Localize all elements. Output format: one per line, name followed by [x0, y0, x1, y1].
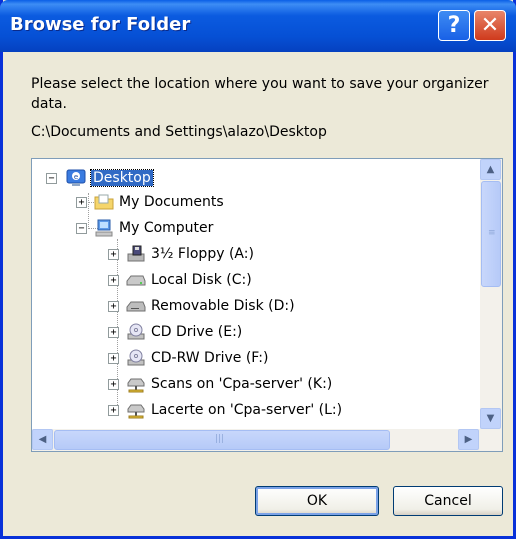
expand-toggle[interactable]: + [108, 404, 119, 416]
tree-item-label: Removable Disk (D:) [151, 298, 295, 314]
horizontal-scroll-thumb[interactable]: ||| [54, 430, 390, 450]
tree-item-label: Lacerte on 'Cpa-server' (L:) [151, 402, 343, 418]
close-button[interactable]: ✕ [474, 10, 506, 41]
tree-item-label: 3½ Floppy (A:) [151, 246, 254, 262]
title-bar[interactable]: Browse for Folder ? ✕ [0, 0, 516, 52]
tree-item-label: CD Drive (E:) [151, 324, 243, 340]
tree-item-floppy[interactable]: + 3½ Floppy (A:) [108, 243, 254, 265]
expand-toggle[interactable]: + [108, 248, 119, 260]
cd-drive-icon [125, 322, 147, 342]
help-button[interactable]: ? [438, 10, 470, 41]
tree-item-lacerte-network-drive[interactable]: + Lacerte on 'Cpa-server' (L:) [108, 399, 342, 421]
floppy-drive-icon [125, 244, 147, 264]
svg-text:e: e [74, 173, 78, 181]
cancel-button[interactable]: Cancel [393, 486, 503, 516]
tree-item-my-computer[interactable]: − My Computer [76, 217, 213, 239]
expand-toggle[interactable]: + [108, 326, 119, 338]
instruction-text: Please select the location where you wan… [31, 76, 489, 112]
expand-toggle[interactable]: + [76, 196, 87, 208]
tree-item-local-disk[interactable]: + Local Disk (C:) [108, 269, 252, 291]
expand-toggle[interactable]: + [108, 352, 119, 364]
grip-icon: ||| [215, 434, 225, 444]
tree-item-removable-disk[interactable]: + Removable Disk (D:) [108, 295, 295, 317]
tree-item-desktop[interactable]: − e Desktop [46, 167, 154, 189]
tree-item-label: Scans on 'Cpa-server' (K:) [151, 376, 333, 392]
tree-item-label: CD-RW Drive (F:) [151, 350, 269, 366]
tree-item-cd-drive[interactable]: + CD Drive (E:) [108, 321, 242, 343]
desktop-icon: e [65, 168, 87, 188]
ok-button[interactable]: OK [255, 486, 379, 516]
vertical-scroll-thumb[interactable]: ≡ [481, 181, 501, 287]
collapse-toggle[interactable]: − [76, 222, 87, 234]
browse-for-folder-dialog: Browse for Folder ? ✕ Please select the … [0, 0, 516, 539]
tree-item-label: My Documents [119, 194, 224, 210]
tree-item-label: My Computer [119, 220, 214, 236]
folder-documents-icon [93, 192, 115, 212]
scroll-left-button[interactable]: ◀ [32, 429, 53, 450]
collapse-toggle[interactable]: − [46, 172, 57, 184]
vertical-scrollbar[interactable]: ▲ ≡ ▼ [480, 159, 502, 429]
scroll-right-button[interactable]: ▶ [458, 429, 479, 450]
grip-icon: ≡ [488, 228, 496, 238]
selected-path: C:\Documents and Settings\alazo\Desktop [31, 124, 327, 140]
scroll-down-button[interactable]: ▼ [480, 408, 501, 429]
expand-toggle[interactable]: + [108, 274, 119, 286]
tree-item-label: Local Disk (C:) [151, 272, 252, 288]
scroll-up-button[interactable]: ▲ [480, 159, 501, 180]
window-title: Browse for Folder [10, 14, 191, 35]
expand-toggle[interactable]: + [108, 300, 119, 312]
hard-disk-icon [125, 270, 147, 290]
tree-item-cdrw-drive[interactable]: + CD-RW Drive (F:) [108, 347, 268, 369]
folder-tree[interactable]: − e Desktop + My Documents − My Computer… [31, 158, 503, 452]
horizontal-scrollbar[interactable]: ◀ ||| ▶ [32, 429, 502, 451]
expand-toggle[interactable]: + [108, 378, 119, 390]
computer-icon [93, 218, 115, 238]
network-drive-icon [125, 374, 147, 394]
cd-drive-icon [125, 348, 147, 368]
tree-item-label: Desktop [90, 169, 154, 187]
removable-disk-icon [125, 296, 147, 316]
network-drive-icon [125, 400, 147, 420]
tree-item-scans-network-drive[interactable]: + Scans on 'Cpa-server' (K:) [108, 373, 332, 395]
tree-item-my-documents[interactable]: + My Documents [76, 191, 224, 213]
